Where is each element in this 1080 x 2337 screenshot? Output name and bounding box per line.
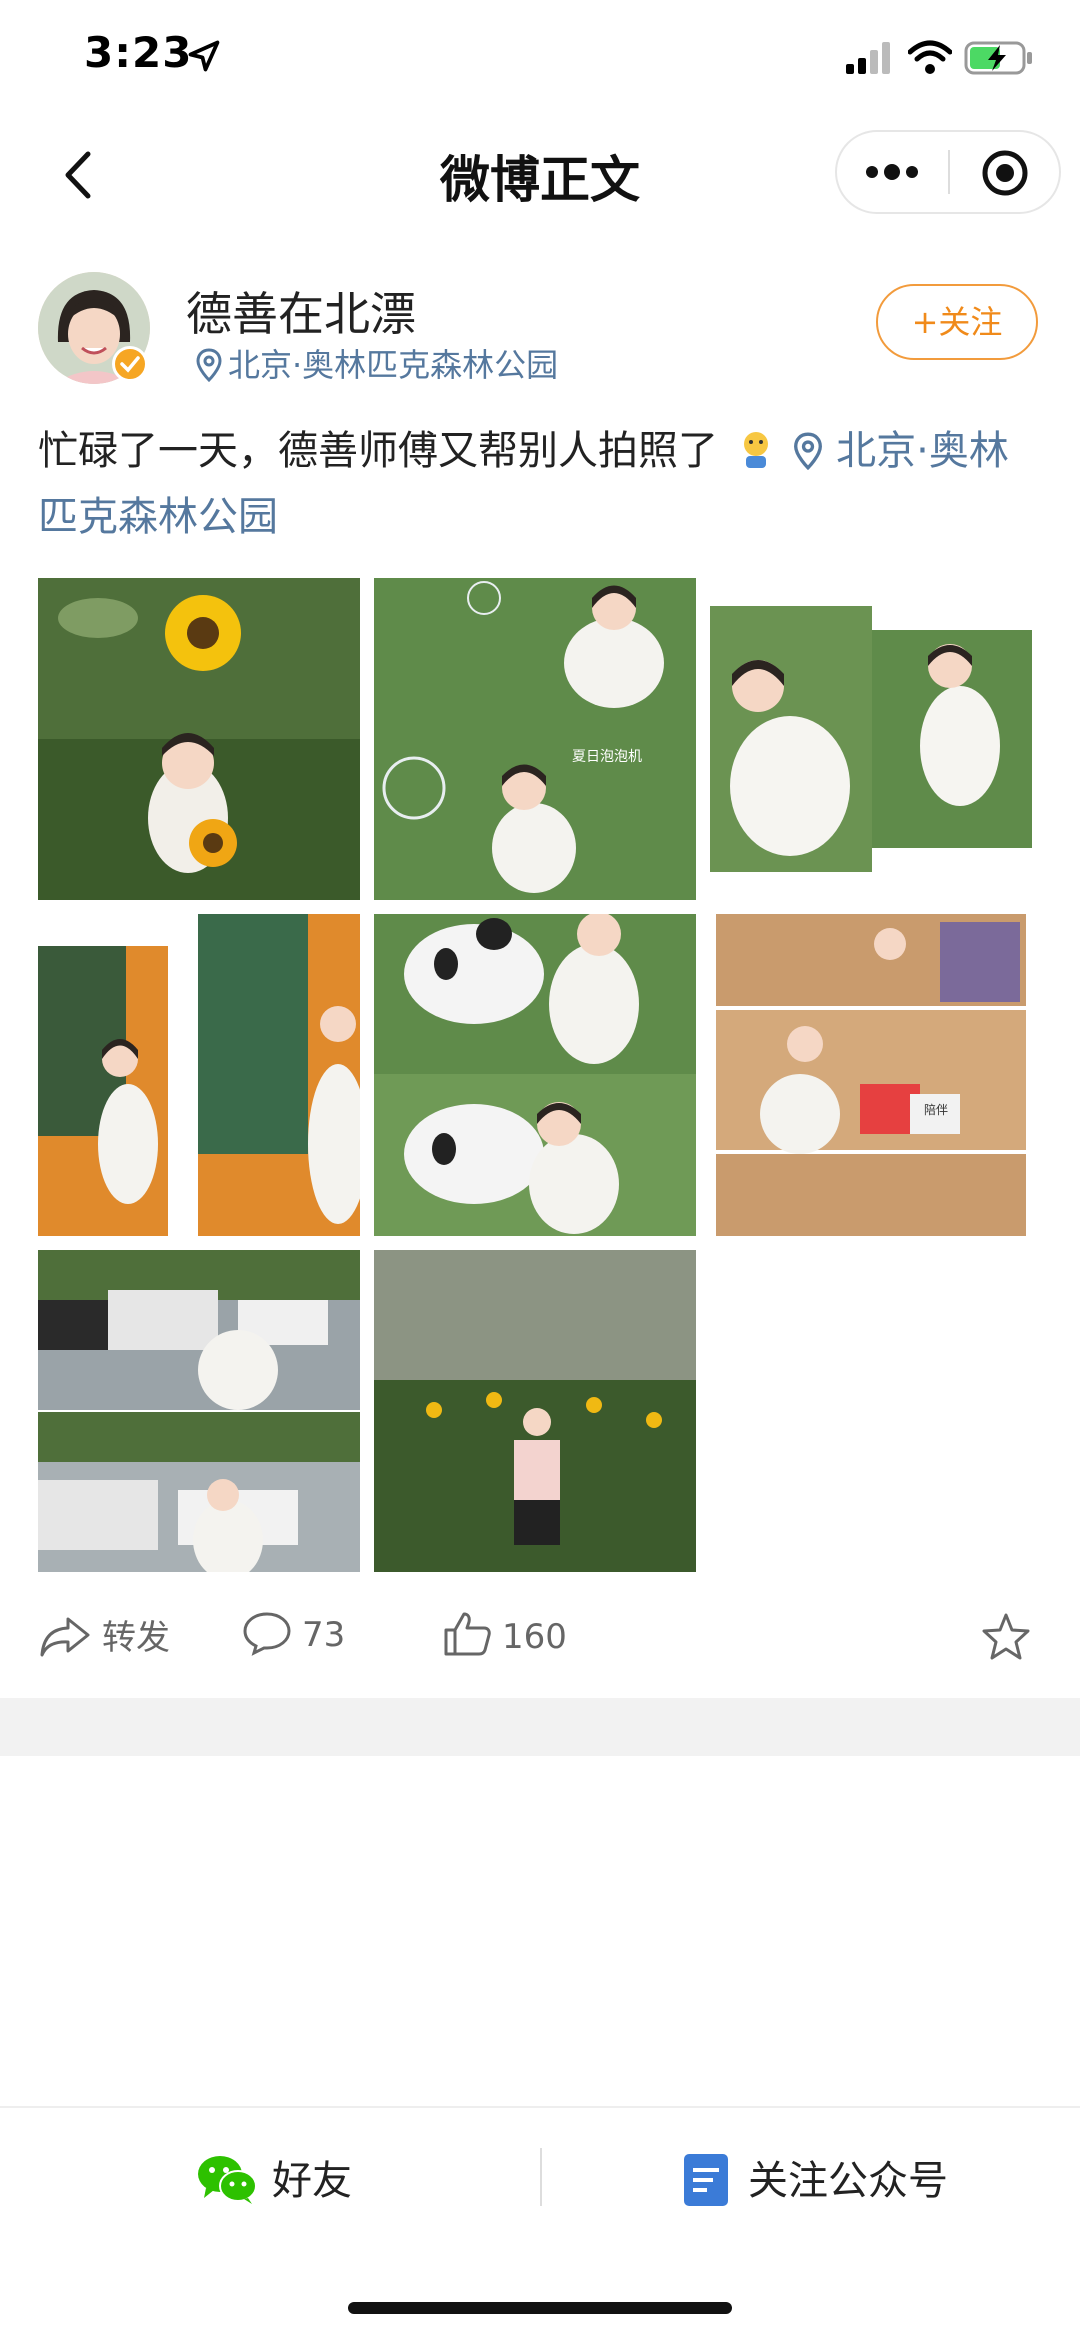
like-button[interactable]: 160 bbox=[442, 1610, 567, 1658]
follow-button[interactable]: +关注 bbox=[876, 284, 1038, 360]
verified-badge bbox=[112, 346, 148, 382]
document-icon bbox=[684, 2154, 728, 2206]
more-dots-icon[interactable] bbox=[864, 156, 920, 188]
post-text: 忙碌了一天，德善师傅又帮别人拍照了 北京·奥林 匹克森林公园 bbox=[38, 418, 1048, 550]
status-icons bbox=[846, 38, 1036, 78]
photo-caption: 夏日泡泡机 bbox=[572, 749, 642, 765]
bottom-bar-divider bbox=[540, 2148, 542, 2206]
status-time: 3:23 bbox=[84, 28, 193, 77]
thumbs-up-icon bbox=[444, 1612, 491, 1656]
follow-official-account-button[interactable]: 关注公众号 bbox=[684, 2148, 948, 2206]
wifi-icon bbox=[908, 40, 952, 74]
emoji-icon bbox=[739, 424, 773, 468]
close-target-icon[interactable] bbox=[980, 148, 1030, 198]
location-text: 北京·奥林匹克森林公园 bbox=[228, 346, 559, 384]
photo-vending-machine[interactable] bbox=[38, 914, 360, 1236]
cellular-signal-icon bbox=[846, 42, 890, 74]
repost-button[interactable]: 转发 bbox=[38, 1610, 170, 1659]
photo-parking-lot[interactable] bbox=[38, 1250, 360, 1572]
photo-sunflower[interactable] bbox=[38, 578, 360, 900]
share-to-friends-button[interactable]: 好友 bbox=[196, 2148, 352, 2206]
photo-caption: 陪伴 bbox=[924, 1102, 948, 1117]
photo-sunflower-field[interactable] bbox=[374, 1250, 696, 1572]
battery-charging-icon bbox=[964, 41, 1032, 75]
comment-bubble-icon bbox=[243, 1612, 291, 1656]
bottom-bar-border bbox=[0, 2106, 1080, 2108]
share-arrow-icon bbox=[40, 1617, 90, 1657]
home-indicator bbox=[348, 2302, 732, 2314]
photo-panda[interactable] bbox=[374, 914, 696, 1236]
location-pin-icon bbox=[196, 348, 222, 383]
comment-button[interactable]: 73 bbox=[242, 1610, 345, 1656]
star-favorite-icon[interactable] bbox=[980, 1612, 1032, 1662]
location-arrow-icon bbox=[188, 40, 220, 72]
username[interactable]: 德善在北漂 bbox=[186, 278, 416, 344]
photo-bookstore[interactable]: 陪伴 bbox=[710, 914, 1032, 1236]
capsule-divider bbox=[948, 150, 950, 194]
photo-bubbles[interactable]: 夏日泡泡机 bbox=[374, 578, 696, 900]
section-separator bbox=[0, 1698, 1080, 1756]
post-body: 忙碌了一天，德善师傅又帮别人拍照了 bbox=[38, 428, 718, 474]
location-row[interactable]: 北京·奥林匹克森林公园 bbox=[196, 340, 558, 386]
photo-white-dress[interactable] bbox=[710, 606, 1032, 872]
wechat-icon bbox=[198, 2156, 257, 2204]
location-pin-icon bbox=[794, 432, 823, 471]
